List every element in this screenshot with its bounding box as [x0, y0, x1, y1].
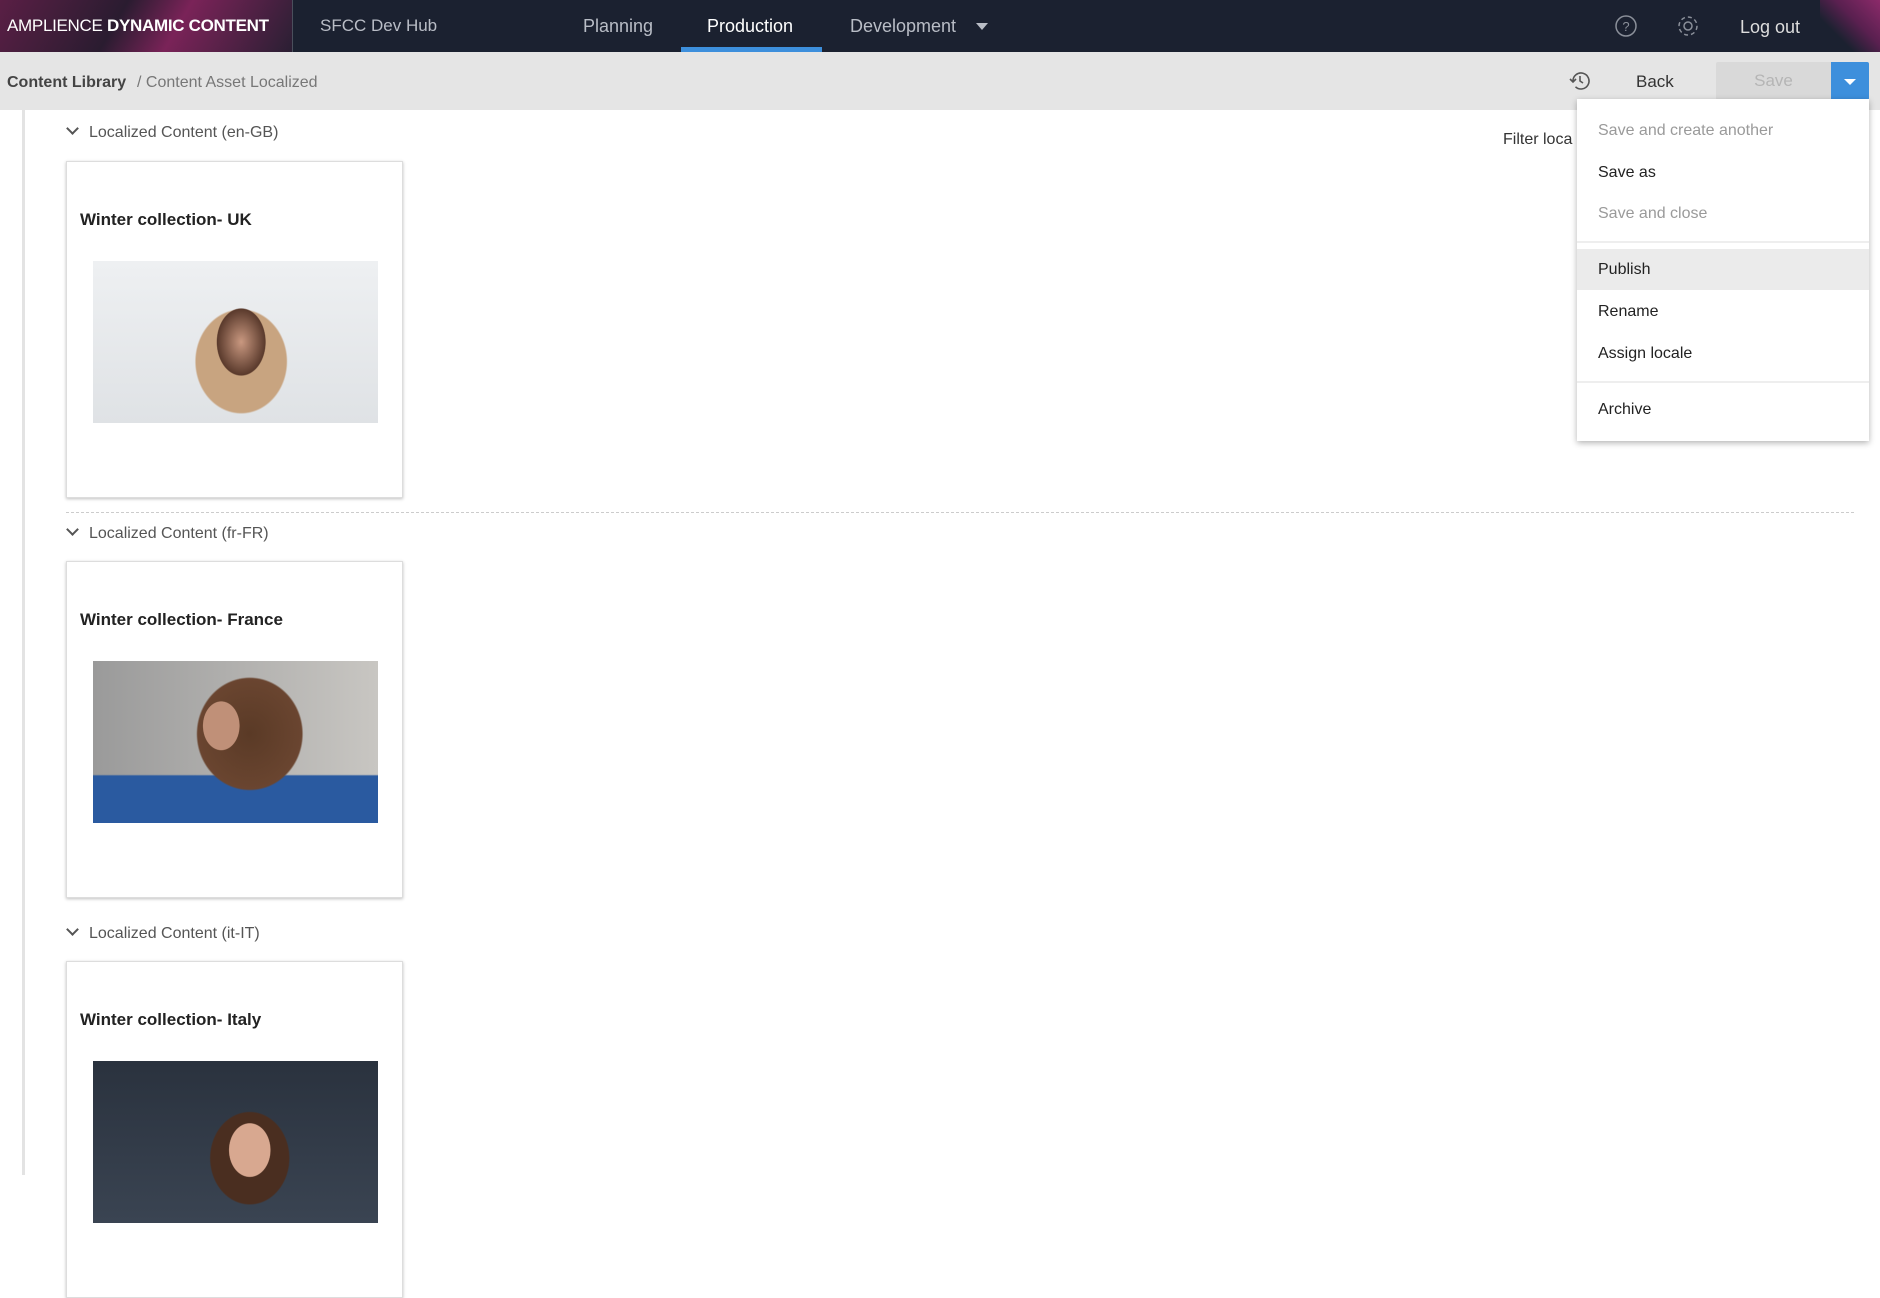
- top-navigation-bar: AMPLIENCE DYNAMIC CONTENT SFCC Dev Hub P…: [0, 0, 1880, 52]
- card-image: [93, 661, 378, 823]
- menu-item-assign-locale[interactable]: Assign locale: [1577, 333, 1869, 374]
- content-card-france[interactable]: Winter collection- France: [66, 561, 403, 898]
- card-title: Winter collection- Italy: [80, 1010, 262, 1029]
- logout-link[interactable]: Log out: [1740, 0, 1800, 54]
- caret-down-icon: [1844, 79, 1856, 85]
- left-border: [22, 110, 25, 1175]
- section-header-it-it[interactable]: Localized Content (it-IT): [64, 923, 260, 943]
- save-button[interactable]: Save: [1716, 62, 1831, 100]
- menu-item-save-and-close[interactable]: Save and close: [1577, 193, 1869, 234]
- menu-item-save-and-create-another[interactable]: Save and create another: [1577, 110, 1869, 151]
- tab-planning[interactable]: Planning: [583, 0, 653, 52]
- tab-production[interactable]: Production: [707, 0, 793, 52]
- breadcrumb-current: / Content Asset Localized: [137, 74, 318, 91]
- save-options-menu: Save and create another Save as Save and…: [1577, 99, 1869, 441]
- decorative-star: [1820, 0, 1880, 52]
- filter-locale-label: Filter loca: [1503, 131, 1573, 148]
- save-options-button[interactable]: [1831, 62, 1869, 100]
- section-divider: [66, 512, 1854, 513]
- menu-item-publish[interactable]: Publish: [1577, 249, 1869, 290]
- chevron-down-icon: [66, 923, 79, 936]
- menu-divider: [1577, 241, 1869, 243]
- menu-divider: [1577, 381, 1869, 383]
- tab-development[interactable]: Development: [850, 0, 956, 52]
- back-button[interactable]: Back: [1636, 72, 1674, 92]
- help-icon[interactable]: ?: [1614, 14, 1638, 38]
- svg-text:?: ?: [1622, 19, 1629, 34]
- history-icon[interactable]: [1568, 69, 1592, 93]
- content-card-uk[interactable]: Winter collection- UK: [66, 161, 403, 498]
- section-title: Localized Content (en-GB): [89, 124, 279, 141]
- content-card-italy[interactable]: Winter collection- Italy: [66, 961, 403, 1298]
- gear-icon[interactable]: [1676, 14, 1700, 38]
- menu-item-rename[interactable]: Rename: [1577, 291, 1869, 332]
- breadcrumb-root[interactable]: Content Library: [7, 74, 126, 92]
- section-header-en-gb[interactable]: Localized Content (en-GB): [64, 122, 279, 142]
- menu-item-archive[interactable]: Archive: [1577, 389, 1869, 430]
- brand-logo[interactable]: AMPLIENCE DYNAMIC CONTENT: [0, 0, 293, 52]
- menu-item-save-as[interactable]: Save as: [1577, 152, 1869, 193]
- chevron-down-icon: [66, 122, 79, 135]
- chevron-down-icon[interactable]: [976, 23, 988, 30]
- card-image: [93, 1061, 378, 1223]
- card-title: Winter collection- UK: [80, 210, 252, 229]
- card-image: [93, 261, 378, 423]
- brand-light: AMPLIENCE: [7, 16, 103, 35]
- brand-bold: DYNAMIC CONTENT: [107, 16, 269, 35]
- section-title: Localized Content (it-IT): [89, 925, 260, 942]
- section-title: Localized Content (fr-FR): [89, 525, 269, 542]
- section-header-fr-fr[interactable]: Localized Content (fr-FR): [64, 523, 269, 543]
- chevron-down-icon: [66, 523, 79, 536]
- hub-name[interactable]: SFCC Dev Hub: [320, 0, 437, 52]
- card-title: Winter collection- France: [80, 610, 283, 629]
